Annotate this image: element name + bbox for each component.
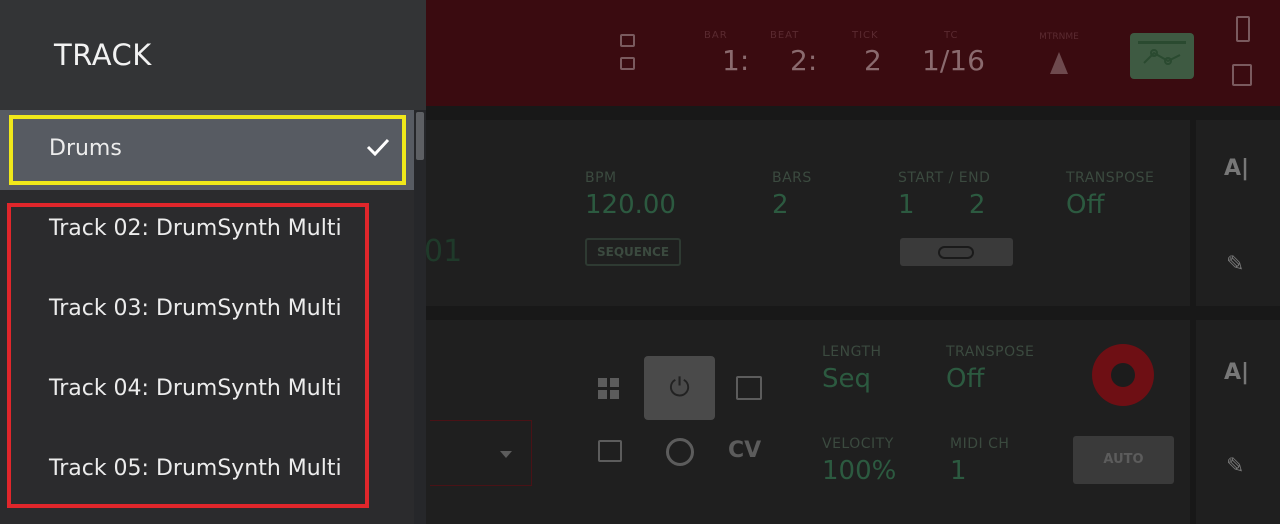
midi-ch-value: 1 <box>950 456 967 486</box>
chip-icon[interactable] <box>1232 64 1252 86</box>
keys-icon[interactable] <box>736 376 762 400</box>
track-popup-header: TRACK <box>0 0 426 110</box>
track-transpose-field[interactable]: TRANSPOSE Off <box>946 344 1034 394</box>
tc-value: 1/16 <box>922 44 985 77</box>
start-end-field[interactable]: START / END 1 2 <box>898 170 990 220</box>
track-side-panel: A| ✎ <box>1196 320 1280 524</box>
rename-icon[interactable]: A| <box>1224 360 1249 385</box>
track-options-highlight <box>7 203 369 508</box>
beat-field[interactable]: BEAT 2: <box>770 30 817 77</box>
toolbar-mini-icons <box>620 34 636 80</box>
length-value: Seq <box>822 364 872 394</box>
clip-icon[interactable] <box>598 440 622 462</box>
camera-icon[interactable] <box>620 57 635 70</box>
bar-label: BAR <box>704 30 728 41</box>
track-transpose-label: TRANSPOSE <box>946 344 1035 360</box>
bar-field[interactable]: BAR 1: <box>704 30 749 77</box>
seq-transpose-label: TRANSPOSE <box>1066 170 1155 186</box>
velocity-field[interactable]: VELOCITY 100% <box>822 436 896 486</box>
midi-icon[interactable] <box>666 438 694 466</box>
beat-value: 2: <box>790 44 818 77</box>
rename-icon[interactable]: A| <box>1224 156 1249 181</box>
bpm-value: 120.00 <box>585 190 676 220</box>
metronome-label: MTRNME <box>1039 32 1079 42</box>
track-popup-title: TRACK <box>54 38 152 72</box>
loop-button[interactable] <box>900 238 1013 266</box>
tick-field[interactable]: TICK 2 <box>852 30 882 77</box>
bars-field[interactable]: BARS 2 <box>772 170 812 220</box>
plug-icon: ⏻ <box>669 373 690 403</box>
grid-icon[interactable] <box>598 378 620 400</box>
tc-label: TC <box>944 30 959 41</box>
bar-value: 1: <box>722 44 750 77</box>
sequence-number: 01 <box>424 234 463 269</box>
tick-label: TICK <box>852 30 879 41</box>
start-end-label: START / END <box>898 170 991 186</box>
record-icon <box>1111 363 1135 387</box>
seq-transpose-value: Off <box>1066 190 1105 220</box>
sequence-badge: SEQUENCE <box>585 238 681 266</box>
cv-icon[interactable]: CV <box>728 438 761 463</box>
seq-transpose-field[interactable]: TRANSPOSE Off <box>1066 170 1154 220</box>
battery-icon <box>1236 16 1250 42</box>
metronome-icon <box>1050 52 1068 74</box>
tick-value: 2 <box>864 44 882 77</box>
bpm-label: BPM <box>585 170 617 186</box>
scrollbar-thumb[interactable] <box>416 112 424 160</box>
bars-label: BARS <box>772 170 812 186</box>
program-dropdown[interactable] <box>430 420 532 486</box>
tc-field[interactable]: TC 1/16 <box>922 30 985 77</box>
record-arm-button[interactable] <box>1092 344 1154 406</box>
auto-button[interactable]: AUTO <box>1073 436 1174 484</box>
bpm-field[interactable]: BPM 120.00 <box>585 170 676 220</box>
midi-ch-field[interactable]: MIDI CH 1 <box>950 436 1009 486</box>
length-field[interactable]: LENGTH Seq <box>822 344 882 394</box>
metronome-button[interactable]: MTRNME <box>1034 32 1084 74</box>
selected-track-highlight <box>9 115 406 185</box>
velocity-label: VELOCITY <box>822 436 894 452</box>
plugin-button[interactable]: ⏻ <box>644 356 715 420</box>
bars-value: 2 <box>772 190 789 220</box>
start-value: 1 <box>898 190 915 220</box>
beat-label: BEAT <box>770 30 800 41</box>
track-transpose-value: Off <box>946 364 985 394</box>
automation-button[interactable] <box>1130 33 1194 79</box>
sequence-side-panel: A| ✎ <box>1196 120 1280 306</box>
loop-icon <box>938 246 974 259</box>
midi-ch-label: MIDI CH <box>950 436 1010 452</box>
track-list-scrollbar[interactable] <box>414 110 426 524</box>
automation-icon <box>1138 41 1186 65</box>
velocity-value: 100% <box>822 456 897 486</box>
length-label: LENGTH <box>822 344 882 360</box>
info-icon[interactable] <box>620 34 635 47</box>
start-end-values: 1 2 <box>898 190 990 220</box>
dropdown-arrow-icon <box>500 451 512 458</box>
end-value: 2 <box>968 190 986 220</box>
edit-pencil-icon[interactable]: ✎ <box>1226 454 1244 479</box>
edit-pencil-icon[interactable]: ✎ <box>1226 252 1244 277</box>
